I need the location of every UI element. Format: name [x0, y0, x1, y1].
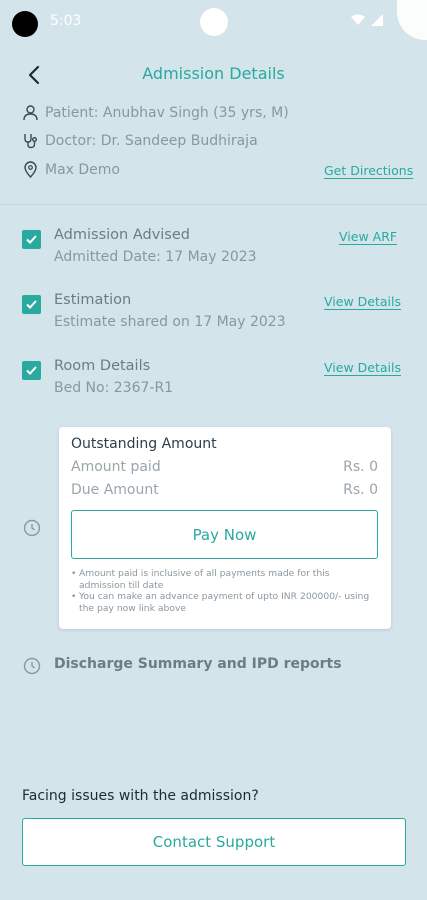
step-title: Room Details — [54, 358, 151, 374]
discharge-summary-item: Discharge Summary and IPD reports — [54, 656, 342, 672]
status-bar: 5:03 — [0, 0, 427, 42]
contact-support-button[interactable]: Contact Support — [22, 818, 406, 866]
status-circle-icon — [200, 8, 228, 36]
step-subtitle: Admitted Date: 17 May 2023 — [54, 249, 257, 265]
wifi-icon — [351, 14, 365, 25]
system-icons — [351, 14, 383, 26]
location-pin-icon — [24, 161, 37, 178]
checked-checkbox-icon[interactable] — [22, 295, 41, 314]
checked-checkbox-icon[interactable] — [22, 230, 41, 249]
patient-row: Patient: Anubhav Singh (35 yrs, M) — [22, 104, 289, 121]
due-amount-value: Rs. 0 — [343, 482, 378, 498]
view-arf-link[interactable]: View ARF — [339, 229, 397, 244]
page-title: Admission Details — [142, 64, 285, 83]
patient-info: Patient: Anubhav Singh (35 yrs, M) — [45, 104, 289, 121]
card-title: Outstanding Amount — [71, 436, 217, 452]
payment-note: You can make an advance payment of upto … — [71, 591, 371, 614]
signal-icon — [371, 14, 383, 26]
step-subtitle: Estimate shared on 17 May 2023 — [54, 314, 286, 330]
clock-icon — [23, 519, 41, 537]
camera-cutout — [12, 11, 38, 37]
step-title: Admission Advised — [54, 227, 190, 243]
location-name: Max Demo — [45, 161, 120, 178]
amount-paid-row: Amount paid Rs. 0 — [71, 459, 378, 475]
checked-checkbox-icon[interactable] — [22, 361, 41, 380]
stethoscope-icon — [24, 134, 37, 149]
get-directions-link[interactable]: Get Directions — [324, 163, 413, 178]
user-icon — [23, 105, 38, 121]
doctor-info: Doctor: Dr. Sandeep Budhiraja — [45, 132, 258, 149]
screen-corner — [397, 0, 427, 40]
support-prompt: Facing issues with the admission? — [22, 788, 259, 804]
due-amount-row: Due Amount Rs. 0 — [71, 482, 378, 498]
clock-icon — [23, 657, 41, 675]
amount-paid-label: Amount paid — [71, 459, 161, 475]
view-estimation-details-link[interactable]: View Details — [324, 294, 401, 309]
payment-note: Amount paid is inclusive of all payments… — [71, 568, 371, 591]
pay-now-button[interactable]: Pay Now — [71, 510, 378, 559]
divider — [0, 204, 427, 205]
payment-notes: Amount paid is inclusive of all payments… — [71, 568, 371, 614]
doctor-row: Doctor: Dr. Sandeep Budhiraja — [22, 132, 258, 149]
step-title: Estimation — [54, 292, 132, 308]
outstanding-amount-card: Outstanding Amount Amount paid Rs. 0 Due… — [59, 427, 391, 629]
due-amount-label: Due Amount — [71, 482, 159, 498]
location-row: Max Demo — [22, 161, 120, 178]
header: Admission Details — [0, 58, 427, 92]
status-time: 5:03 — [50, 13, 82, 29]
view-room-details-link[interactable]: View Details — [324, 360, 401, 375]
amount-paid-value: Rs. 0 — [343, 459, 378, 475]
step-subtitle: Bed No: 2367-R1 — [54, 380, 174, 396]
